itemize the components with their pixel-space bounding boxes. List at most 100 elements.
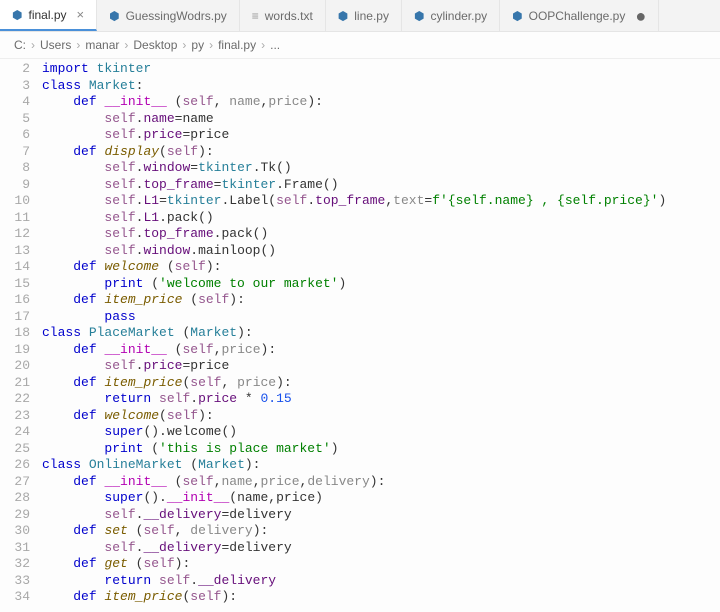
line-number: 20 xyxy=(0,358,30,375)
line-number: 3 xyxy=(0,78,30,95)
line-number: 2 xyxy=(0,61,30,78)
code-line[interactable]: def item_price(self): xyxy=(42,589,666,606)
code-line[interactable]: def __init__ (self,price): xyxy=(42,342,666,359)
tab-label: line.py xyxy=(354,9,389,23)
line-number: 17 xyxy=(0,309,30,326)
line-number: 4 xyxy=(0,94,30,111)
chevron-right-icon: › xyxy=(31,38,35,52)
code-line[interactable]: self.__delivery=delivery xyxy=(42,540,666,557)
breadcrumb[interactable]: C: › Users › manar › Desktop › py › final.py ›... xyxy=(0,32,720,59)
code-line[interactable]: return self.__delivery xyxy=(42,573,666,590)
python-file-icon: ⬢ xyxy=(12,8,22,22)
code-line[interactable]: self.__delivery=delivery xyxy=(42,507,666,524)
breadcrumb-segment[interactable]: Users xyxy=(40,38,71,52)
code-line[interactable]: print ('this is place market') xyxy=(42,441,666,458)
breadcrumb-segment[interactable]: ... xyxy=(270,38,280,52)
tab-label: GuessingWodrs.py xyxy=(126,9,227,23)
line-number: 26 xyxy=(0,457,30,474)
line-number-gutter: 2345678910111213141516171819202122232425… xyxy=(0,59,42,606)
line-number: 5 xyxy=(0,111,30,128)
code-line[interactable]: def welcome(self): xyxy=(42,408,666,425)
code-line[interactable]: def display(self): xyxy=(42,144,666,161)
code-line[interactable]: return self.price * 0.15 xyxy=(42,391,666,408)
line-number: 24 xyxy=(0,424,30,441)
tab-GuessingWodrs-py[interactable]: ⬢ GuessingWodrs.py xyxy=(97,0,240,31)
tab-line-py[interactable]: ⬢ line.py xyxy=(326,0,402,31)
line-number: 30 xyxy=(0,523,30,540)
code-line[interactable]: self.name=name xyxy=(42,111,666,128)
line-number: 16 xyxy=(0,292,30,309)
breadcrumb-segment[interactable]: C: xyxy=(14,38,26,52)
code-line[interactable]: class Market: xyxy=(42,78,666,95)
line-number: 25 xyxy=(0,441,30,458)
code-line[interactable]: super().welcome() xyxy=(42,424,666,441)
tab-words-txt[interactable]: ≡ words.txt xyxy=(240,0,326,31)
tab-label: words.txt xyxy=(265,9,313,23)
code-line[interactable]: self.L1.pack() xyxy=(42,210,666,227)
close-icon[interactable]: × xyxy=(77,7,85,22)
line-number: 7 xyxy=(0,144,30,161)
line-number: 12 xyxy=(0,226,30,243)
line-number: 28 xyxy=(0,490,30,507)
code-line[interactable]: self.price=price xyxy=(42,127,666,144)
code-line[interactable]: self.L1=tkinter.Label(self.top_frame,tex… xyxy=(42,193,666,210)
code-line[interactable]: pass xyxy=(42,309,666,326)
code-line[interactable]: class OnlineMarket (Market): xyxy=(42,457,666,474)
tab-OOPChallenge-py[interactable]: ⬢ OOPChallenge.py ● xyxy=(500,0,659,31)
tab-bar: ⬢final.py×⬢GuessingWodrs.py≡words.txt⬢li… xyxy=(0,0,720,32)
code-line[interactable]: self.top_frame=tkinter.Frame() xyxy=(42,177,666,194)
line-number: 6 xyxy=(0,127,30,144)
line-number: 21 xyxy=(0,375,30,392)
code-editor[interactable]: 2345678910111213141516171819202122232425… xyxy=(0,59,720,606)
tab-label: cylinder.py xyxy=(430,9,487,23)
line-number: 29 xyxy=(0,507,30,524)
python-file-icon: ⬢ xyxy=(338,9,348,23)
line-number: 23 xyxy=(0,408,30,425)
line-number: 13 xyxy=(0,243,30,260)
python-file-icon: ⬢ xyxy=(414,9,424,23)
chevron-right-icon: › xyxy=(209,38,213,52)
code-line[interactable]: def item_price(self, price): xyxy=(42,375,666,392)
code-content[interactable]: import tkinterclass Market: def __init__… xyxy=(42,59,666,606)
code-line[interactable]: super().__init__(name,price) xyxy=(42,490,666,507)
chevron-right-icon: › xyxy=(182,38,186,52)
breadcrumb-segment[interactable]: py xyxy=(191,38,204,52)
code-line[interactable]: def __init__ (self,name,price,delivery): xyxy=(42,474,666,491)
breadcrumb-segment[interactable]: final.py xyxy=(218,38,256,52)
code-line[interactable]: self.window=tkinter.Tk() xyxy=(42,160,666,177)
code-line[interactable]: def get (self): xyxy=(42,556,666,573)
breadcrumb-segment[interactable]: manar xyxy=(85,38,119,52)
dirty-indicator-icon: ● xyxy=(635,7,646,25)
code-line[interactable]: self.window.mainloop() xyxy=(42,243,666,260)
tab-final-py[interactable]: ⬢final.py× xyxy=(0,0,97,31)
line-number: 11 xyxy=(0,210,30,227)
breadcrumb-segment[interactable]: Desktop xyxy=(133,38,177,52)
chevron-right-icon: › xyxy=(261,38,265,52)
code-line[interactable]: print ('welcome to our market') xyxy=(42,276,666,293)
line-number: 18 xyxy=(0,325,30,342)
code-line[interactable]: def set (self, delivery): xyxy=(42,523,666,540)
tab-cylinder-py[interactable]: ⬢ cylinder.py xyxy=(402,0,500,31)
tab-label: OOPChallenge.py xyxy=(529,9,626,23)
code-line[interactable]: def item_price (self): xyxy=(42,292,666,309)
line-number: 32 xyxy=(0,556,30,573)
code-line[interactable]: def __init__ (self, name,price): xyxy=(42,94,666,111)
python-file-icon: ⬢ xyxy=(109,9,119,23)
line-number: 15 xyxy=(0,276,30,293)
code-line[interactable]: self.top_frame.pack() xyxy=(42,226,666,243)
code-line[interactable]: self.price=price xyxy=(42,358,666,375)
code-line[interactable]: import tkinter xyxy=(42,61,666,78)
chevron-right-icon: › xyxy=(76,38,80,52)
line-number: 14 xyxy=(0,259,30,276)
line-number: 8 xyxy=(0,160,30,177)
line-number: 19 xyxy=(0,342,30,359)
line-number: 34 xyxy=(0,589,30,606)
code-line[interactable]: def welcome (self): xyxy=(42,259,666,276)
code-line[interactable]: class PlaceMarket (Market): xyxy=(42,325,666,342)
chevron-right-icon: › xyxy=(124,38,128,52)
line-number: 27 xyxy=(0,474,30,491)
python-file-icon: ⬢ xyxy=(512,9,522,23)
text-file-icon: ≡ xyxy=(252,9,259,23)
line-number: 10 xyxy=(0,193,30,210)
line-number: 31 xyxy=(0,540,30,557)
